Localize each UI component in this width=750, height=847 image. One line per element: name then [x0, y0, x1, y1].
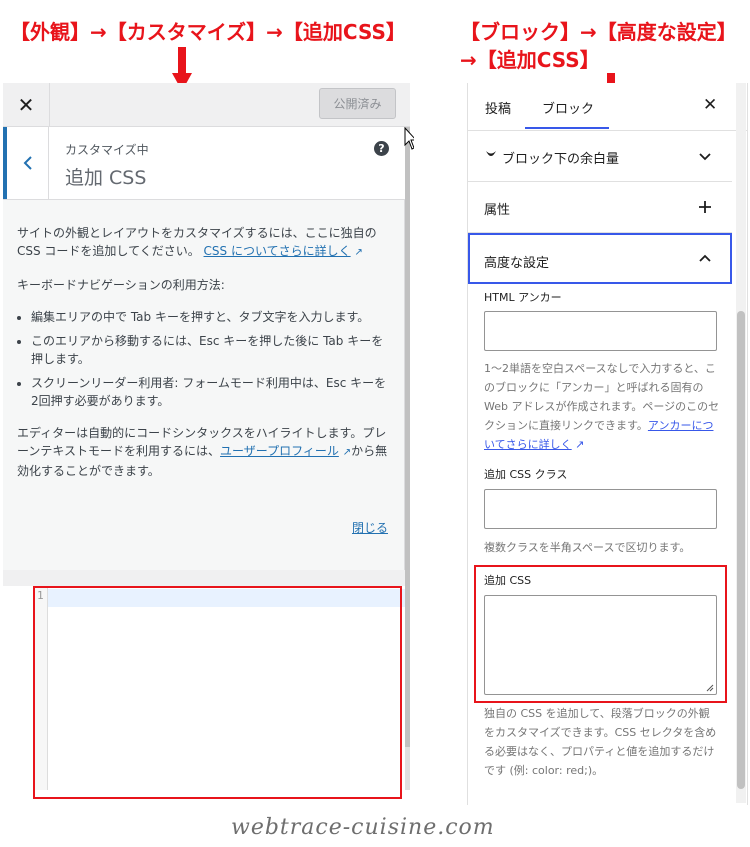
chevron-up-icon [699, 254, 711, 262]
section-title: 追加 CSS [65, 167, 147, 189]
panel-label: 属性 [484, 203, 511, 218]
back-button[interactable] [3, 127, 49, 199]
css-class-label: 追加 CSS クラス [484, 468, 568, 481]
chevron-down-icon [699, 153, 711, 161]
close-icon[interactable]: ✕ [703, 95, 717, 115]
active-line [48, 589, 405, 607]
panel-label: 高度な設定 [484, 256, 550, 271]
editor-toolbar [3, 570, 405, 586]
html-anchor-label: HTML アンカー [484, 291, 562, 304]
close-icon[interactable]: ✕ [3, 83, 50, 126]
line-number: 1 [37, 589, 44, 602]
keyboard-list: 編集エリアの中で Tab キーを押すと、タブ文字を入力します。 このエリアから移… [17, 308, 388, 410]
panel-bottom-margin[interactable]: ブロック下の余白量 [468, 131, 732, 182]
right-heading-line2: →【追加CSS】 [460, 48, 600, 72]
tab-block[interactable]: ブロック [542, 98, 594, 117]
help-icon[interactable]: ? [374, 141, 389, 156]
panel-attributes[interactable]: 属性 [468, 182, 732, 233]
chevron-left-icon [23, 156, 32, 170]
sidebar-tabs: 投稿 ブロック ✕ [468, 83, 747, 131]
css-code-editor[interactable] [48, 586, 405, 790]
watermark: webtrace-cuisine.com [231, 815, 495, 840]
customizer-topbar: ✕ 公開済み [3, 83, 410, 127]
additional-css-textarea[interactable] [484, 595, 717, 695]
additional-css-help: 独自の CSS を追加して、段落ブロックの外観をカスタマイズできます。CSS セ… [484, 707, 717, 777]
external-link-icon: ↗ [575, 438, 585, 451]
spacing-icon [486, 151, 496, 156]
html-anchor-input[interactable] [484, 311, 717, 351]
close-link[interactable]: 閉じる [352, 519, 388, 537]
html-anchor-help: 1〜2単語を空白スペースなしで入力すると、このブロックに「アンカー」と呼ばれる固… [484, 362, 720, 451]
customizing-label: カスタマイズ中 [65, 143, 149, 157]
tab-post[interactable]: 投稿 [485, 98, 511, 117]
right-heading-line1: 【ブロック】→【高度な設定】 [460, 20, 737, 44]
user-profile-link[interactable]: ユーザープロフィール [220, 444, 339, 458]
editor-text: エディターは自動的にコードシンタックスをハイライトします。プレーンテキストモード… [17, 426, 388, 478]
scrollbar-thumb[interactable] [405, 127, 410, 747]
scrollbar-thumb[interactable] [737, 311, 745, 789]
css-learn-more-link[interactable]: CSS についてさらに詳しく [204, 244, 351, 258]
resize-handle-icon[interactable] [706, 684, 714, 692]
list-item: 編集エリアの中で Tab キーを押すと、タブ文字を入力します。 [31, 308, 388, 326]
panel-label: ブロック下の余白量 [502, 152, 620, 167]
left-heading: 【外観】→【カスタマイズ】→【追加CSS】 [10, 20, 406, 44]
description-text: サイトの外観とレイアウトをカスタマイズするには、ここに独自の CSS コードを追… [17, 226, 377, 258]
line-gutter [33, 586, 48, 790]
active-tab-indicator [525, 127, 609, 129]
list-item: このエリアから移動するには、Esc キーを押した後に Tab キーを押します。 [31, 332, 388, 368]
publish-button[interactable]: 公開済み [319, 88, 396, 119]
external-link-icon: ↗ [342, 447, 352, 458]
keyboard-heading: キーボードナビゲーションの利用方法: [17, 278, 225, 292]
css-class-input[interactable] [484, 489, 717, 529]
css-class-help: 複数クラスを半角スペースで区切ります。 [484, 541, 691, 554]
description-area: サイトの外観とレイアウトをカスタマイズするには、ここに独自の CSS コードを追… [3, 200, 405, 570]
plus-icon [699, 201, 711, 213]
panel-advanced[interactable]: 高度な設定 [468, 233, 732, 284]
external-link-icon: ↗ [354, 247, 363, 258]
section-header: カスタマイズ中 追加 CSS ? [3, 127, 405, 200]
additional-css-label: 追加 CSS [484, 574, 532, 587]
block-sidebar: 投稿 ブロック ✕ ブロック下の余白量 属性 高度な設定 HTML アンカー 1… [467, 83, 748, 805]
customizer-panel: ✕ 公開済み カスタマイズ中 追加 CSS ? サイトの外観とレイアウトをカスタ… [3, 83, 410, 790]
list-item: スクリーンリーダー利用者: フォームモード利用中は、Esc キーを2回押す必要が… [31, 374, 388, 410]
mouse-cursor-icon [404, 127, 414, 150]
